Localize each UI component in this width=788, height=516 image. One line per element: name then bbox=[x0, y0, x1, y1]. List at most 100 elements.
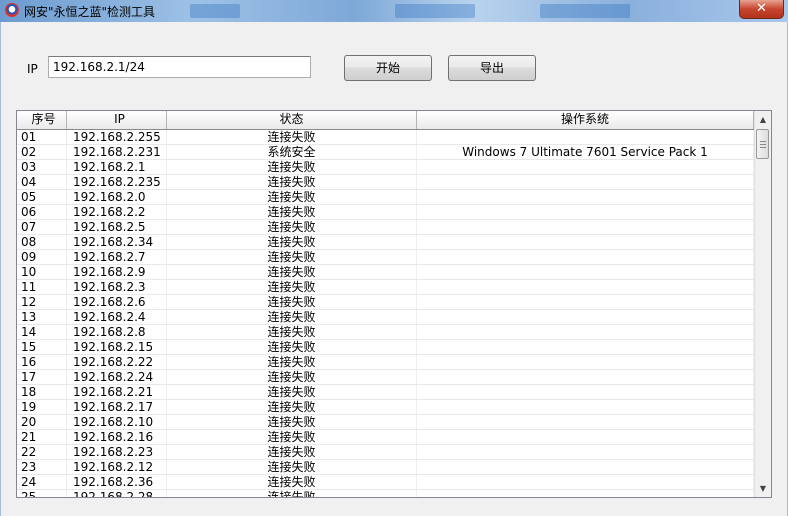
row-index: 15 bbox=[17, 340, 67, 354]
table-row[interactable]: 11 192.168.2.3 连接失败 bbox=[17, 280, 754, 295]
table-row[interactable]: 06 192.168.2.2 连接失败 bbox=[17, 205, 754, 220]
row-status: 连接失败 bbox=[167, 205, 417, 219]
row-index: 06 bbox=[17, 205, 67, 219]
column-header-os[interactable]: 操作系统 bbox=[417, 111, 754, 129]
start-button[interactable]: 开始 bbox=[344, 55, 432, 81]
row-index: 07 bbox=[17, 220, 67, 234]
table-row[interactable]: 07 192.168.2.5 连接失败 bbox=[17, 220, 754, 235]
row-os bbox=[417, 490, 754, 497]
row-index: 20 bbox=[17, 415, 67, 429]
table-row[interactable]: 17 192.168.2.24 连接失败 bbox=[17, 370, 754, 385]
row-ip: 192.168.2.1 bbox=[67, 160, 167, 174]
row-ip: 192.168.2.5 bbox=[67, 220, 167, 234]
titlebar-background-blur bbox=[540, 4, 630, 18]
table-row[interactable]: 22 192.168.2.23 连接失败 bbox=[17, 445, 754, 460]
row-index: 22 bbox=[17, 445, 67, 459]
row-index: 21 bbox=[17, 430, 67, 444]
table-row[interactable]: 02 192.168.2.231 系统安全 Windows 7 Ultimate 76… bbox=[17, 145, 754, 160]
row-status: 连接失败 bbox=[167, 445, 417, 459]
table-row[interactable]: 03 192.168.2.1 连接失败 bbox=[17, 160, 754, 175]
row-ip: 192.168.2.21 bbox=[67, 385, 167, 399]
row-os bbox=[417, 175, 754, 189]
results-list[interactable]: 序号 IP 状态 操作系统 01 192.168.2.255 连接失败 02 192.1… bbox=[16, 110, 772, 498]
table-row[interactable]: 18 192.168.2.21 连接失败 bbox=[17, 385, 754, 400]
ip-label: IP bbox=[27, 62, 38, 76]
row-status: 连接失败 bbox=[167, 355, 417, 369]
table-row[interactable]: 23 192.168.2.12 连接失败 bbox=[17, 460, 754, 475]
table-row[interactable]: 15 192.168.2.15 连接失败 bbox=[17, 340, 754, 355]
column-header-index[interactable]: 序号 bbox=[17, 111, 67, 129]
row-status: 连接失败 bbox=[167, 160, 417, 174]
table-row[interactable]: 25 192.168.2.28 连接失败 bbox=[17, 490, 754, 497]
table-row[interactable]: 05 192.168.2.0 连接失败 bbox=[17, 190, 754, 205]
row-os bbox=[417, 400, 754, 414]
table-row[interactable]: 10 192.168.2.9 连接失败 bbox=[17, 265, 754, 280]
row-index: 08 bbox=[17, 235, 67, 249]
row-status: 连接失败 bbox=[167, 460, 417, 474]
table-row[interactable]: 19 192.168.2.17 连接失败 bbox=[17, 400, 754, 415]
row-os bbox=[417, 445, 754, 459]
row-ip: 192.168.2.7 bbox=[67, 250, 167, 264]
row-ip: 192.168.2.16 bbox=[67, 430, 167, 444]
grip-line bbox=[760, 147, 766, 148]
list-header: 序号 IP 状态 操作系统 bbox=[17, 111, 754, 130]
row-os bbox=[417, 370, 754, 384]
row-ip: 192.168.2.4 bbox=[67, 310, 167, 324]
row-status: 连接失败 bbox=[167, 490, 417, 497]
column-header-status[interactable]: 状态 bbox=[167, 111, 417, 129]
export-button[interactable]: 导出 bbox=[448, 55, 536, 81]
title-bar[interactable]: 网安"永恒之蓝"检测工具 ✕ bbox=[0, 0, 788, 22]
column-header-ip[interactable]: IP bbox=[67, 111, 167, 129]
table-row[interactable]: 16 192.168.2.22 连接失败 bbox=[17, 355, 754, 370]
list-rows: 01 192.168.2.255 连接失败 02 192.168.2.231 系统安全 Wi… bbox=[17, 130, 754, 497]
scroll-up-icon[interactable]: ▲ bbox=[755, 111, 771, 128]
row-status: 连接失败 bbox=[167, 415, 417, 429]
row-os bbox=[417, 310, 754, 324]
row-os bbox=[417, 220, 754, 234]
ip-input[interactable]: 192.168.2.1/24 bbox=[48, 56, 311, 78]
row-ip: 192.168.2.12 bbox=[67, 460, 167, 474]
row-index: 24 bbox=[17, 475, 67, 489]
table-row[interactable]: 08 192.168.2.34 连接失败 bbox=[17, 235, 754, 250]
table-row[interactable]: 14 192.168.2.8 连接失败 bbox=[17, 325, 754, 340]
table-row[interactable]: 04 192.168.2.235 连接失败 bbox=[17, 175, 754, 190]
row-status: 连接失败 bbox=[167, 265, 417, 279]
row-os bbox=[417, 250, 754, 264]
row-os: Windows 7 Ultimate 7601 Service Pack 1 bbox=[417, 145, 754, 159]
row-ip: 192.168.2.23 bbox=[67, 445, 167, 459]
row-index: 19 bbox=[17, 400, 67, 414]
grip-line bbox=[760, 141, 766, 142]
table-row[interactable]: 12 192.168.2.6 连接失败 bbox=[17, 295, 754, 310]
vertical-scrollbar[interactable]: ▲ ▼ bbox=[754, 111, 771, 497]
table-row[interactable]: 13 192.168.2.4 连接失败 bbox=[17, 310, 754, 325]
row-ip: 192.168.2.6 bbox=[67, 295, 167, 309]
row-index: 13 bbox=[17, 310, 67, 324]
row-index: 05 bbox=[17, 190, 67, 204]
row-ip: 192.168.2.36 bbox=[67, 475, 167, 489]
row-ip: 192.168.2.235 bbox=[67, 175, 167, 189]
table-row[interactable]: 21 192.168.2.16 连接失败 bbox=[17, 430, 754, 445]
row-index: 23 bbox=[17, 460, 67, 474]
row-ip: 192.168.2.10 bbox=[67, 415, 167, 429]
row-os bbox=[417, 235, 754, 249]
close-button[interactable]: ✕ bbox=[739, 0, 784, 19]
row-index: 12 bbox=[17, 295, 67, 309]
table-row[interactable]: 20 192.168.2.10 连接失败 bbox=[17, 415, 754, 430]
table-row[interactable]: 09 192.168.2.7 连接失败 bbox=[17, 250, 754, 265]
scroll-thumb[interactable] bbox=[756, 129, 769, 159]
app-logo-icon bbox=[5, 3, 19, 17]
table-row[interactable]: 01 192.168.2.255 连接失败 bbox=[17, 130, 754, 145]
row-status: 连接失败 bbox=[167, 400, 417, 414]
row-ip: 192.168.2.15 bbox=[67, 340, 167, 354]
row-status: 连接失败 bbox=[167, 130, 417, 144]
row-status: 连接失败 bbox=[167, 385, 417, 399]
row-index: 16 bbox=[17, 355, 67, 369]
row-status: 连接失败 bbox=[167, 295, 417, 309]
row-ip: 192.168.2.17 bbox=[67, 400, 167, 414]
scroll-down-icon[interactable]: ▼ bbox=[755, 480, 771, 497]
row-ip: 192.168.2.9 bbox=[67, 265, 167, 279]
row-index: 14 bbox=[17, 325, 67, 339]
row-status: 连接失败 bbox=[167, 310, 417, 324]
table-row[interactable]: 24 192.168.2.36 连接失败 bbox=[17, 475, 754, 490]
row-ip: 192.168.2.8 bbox=[67, 325, 167, 339]
